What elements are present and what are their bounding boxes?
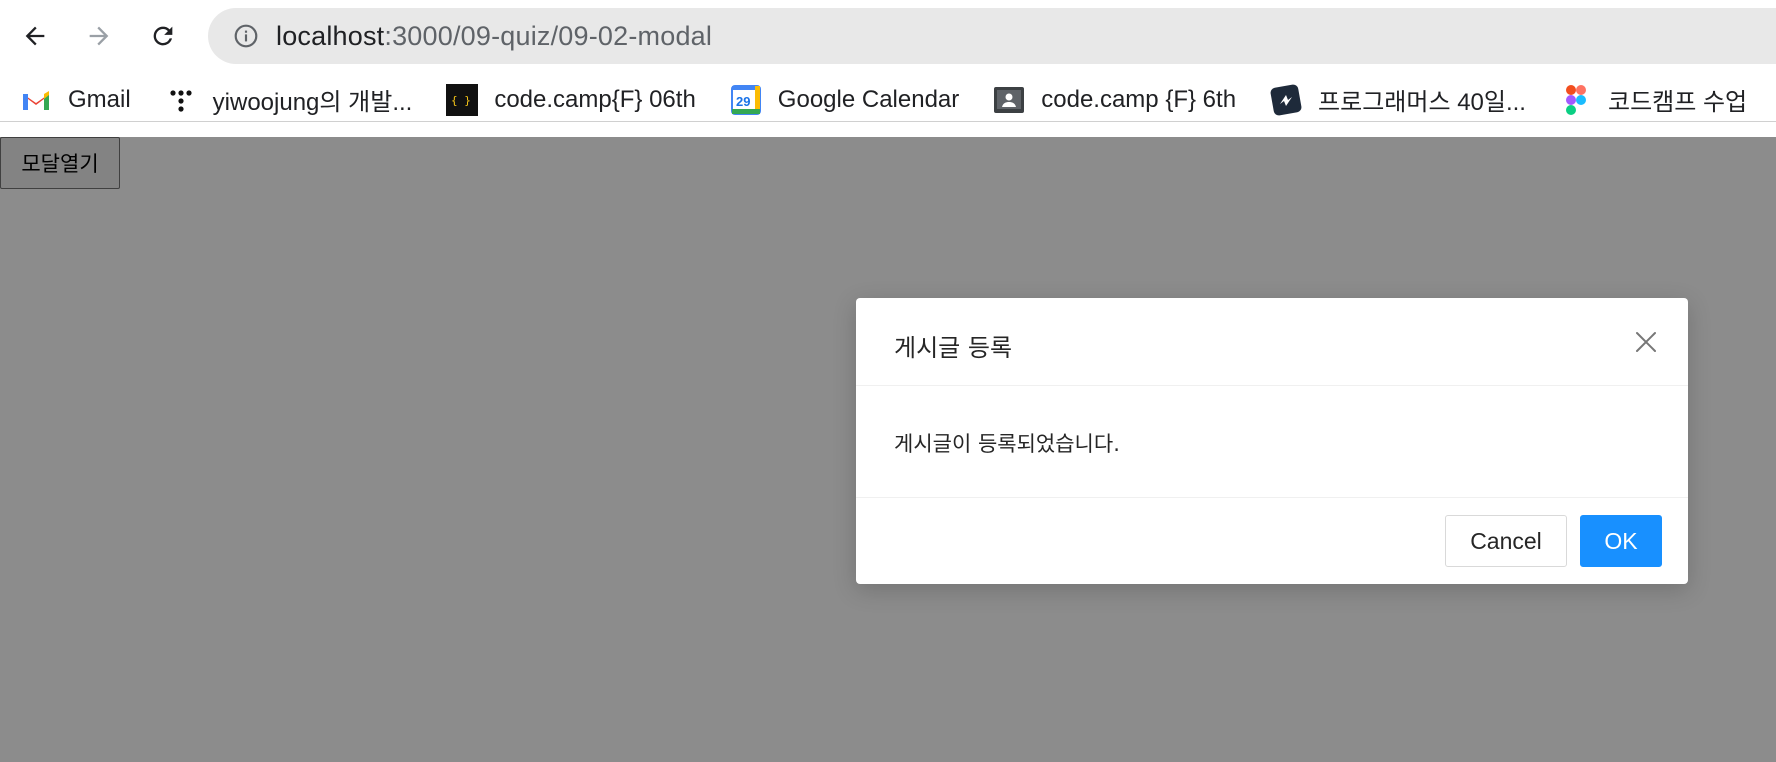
modal-body: 게시글이 등록되었습니다. bbox=[856, 386, 1688, 498]
bookmark-programmers[interactable]: 프로그래머스 40일... bbox=[1270, 82, 1526, 117]
modal-message: 게시글이 등록되었습니다. bbox=[894, 432, 1120, 456]
modal-footer: Cancel OK bbox=[856, 498, 1688, 584]
bookmark-gmail[interactable]: Gmail bbox=[20, 84, 131, 116]
modal-header: 게시글 등록 bbox=[856, 298, 1688, 386]
bookmark-codecamp-06th[interactable]: { } code.camp{F} 06th bbox=[446, 83, 696, 116]
figma-icon bbox=[1560, 84, 1592, 116]
url-path: :3000/09-quiz/09-02-modal bbox=[384, 20, 713, 51]
url-text: localhost:3000/09-quiz/09-02-modal bbox=[276, 21, 712, 52]
ok-button[interactable]: OK bbox=[1580, 515, 1662, 567]
classroom-icon bbox=[993, 84, 1025, 116]
bookmark-label: 코드캠프 수업 bbox=[1607, 89, 1748, 116]
cancel-button[interactable]: Cancel bbox=[1445, 515, 1567, 567]
arrow-left-icon bbox=[25, 26, 45, 46]
programmers-icon bbox=[1270, 84, 1302, 116]
gmail-icon bbox=[20, 84, 52, 116]
bookmark-yiwoojung[interactable]: yiwoojung의 개발... bbox=[165, 82, 413, 117]
address-bar[interactable]: localhost:3000/09-quiz/09-02-modal bbox=[208, 8, 1776, 64]
svg-text:{ }: { } bbox=[451, 94, 471, 107]
dots-icon bbox=[165, 84, 197, 116]
bookmark-label: Google Calendar bbox=[777, 85, 960, 113]
bookmark-label: 프로그래머스 40일... bbox=[1318, 89, 1526, 116]
forward-button[interactable] bbox=[78, 15, 120, 57]
bookmark-label: yiwoojung의 개발... bbox=[212, 89, 413, 116]
back-button[interactable] bbox=[14, 15, 56, 57]
bookmark-label: code.camp{F} 06th bbox=[494, 85, 696, 113]
calendar-icon: 29 bbox=[730, 84, 762, 116]
browser-toolbar: localhost:3000/09-quiz/09-02-modal bbox=[0, 0, 1776, 70]
modal-dialog: 게시글 등록 게시글이 등록되었습니다. Cancel OK bbox=[856, 298, 1688, 584]
bookmark-codecamp-6th[interactable]: code.camp {F} 6th bbox=[993, 84, 1236, 116]
close-icon bbox=[1636, 332, 1656, 352]
reload-icon bbox=[153, 26, 173, 46]
bookmarks-bar: Gmail yiwoojung의 개발... { } code.camp{F} … bbox=[0, 78, 1776, 122]
svg-text:29: 29 bbox=[736, 94, 750, 109]
info-icon[interactable] bbox=[232, 22, 260, 50]
bookmark-label: code.camp {F} 6th bbox=[1041, 85, 1237, 113]
codecamp-icon: { } bbox=[446, 83, 479, 116]
bookmark-google-calendar[interactable]: 29 Google Calendar bbox=[730, 84, 959, 116]
close-button[interactable] bbox=[1632, 328, 1660, 356]
url-host: localhost bbox=[276, 20, 385, 51]
modal-title: 게시글 등록 bbox=[894, 334, 1013, 362]
arrow-right-icon bbox=[89, 26, 109, 46]
reload-button[interactable] bbox=[142, 15, 184, 57]
bookmark-label: Gmail bbox=[68, 85, 131, 113]
bookmark-figma[interactable]: 코드캠프 수업 bbox=[1560, 82, 1747, 117]
